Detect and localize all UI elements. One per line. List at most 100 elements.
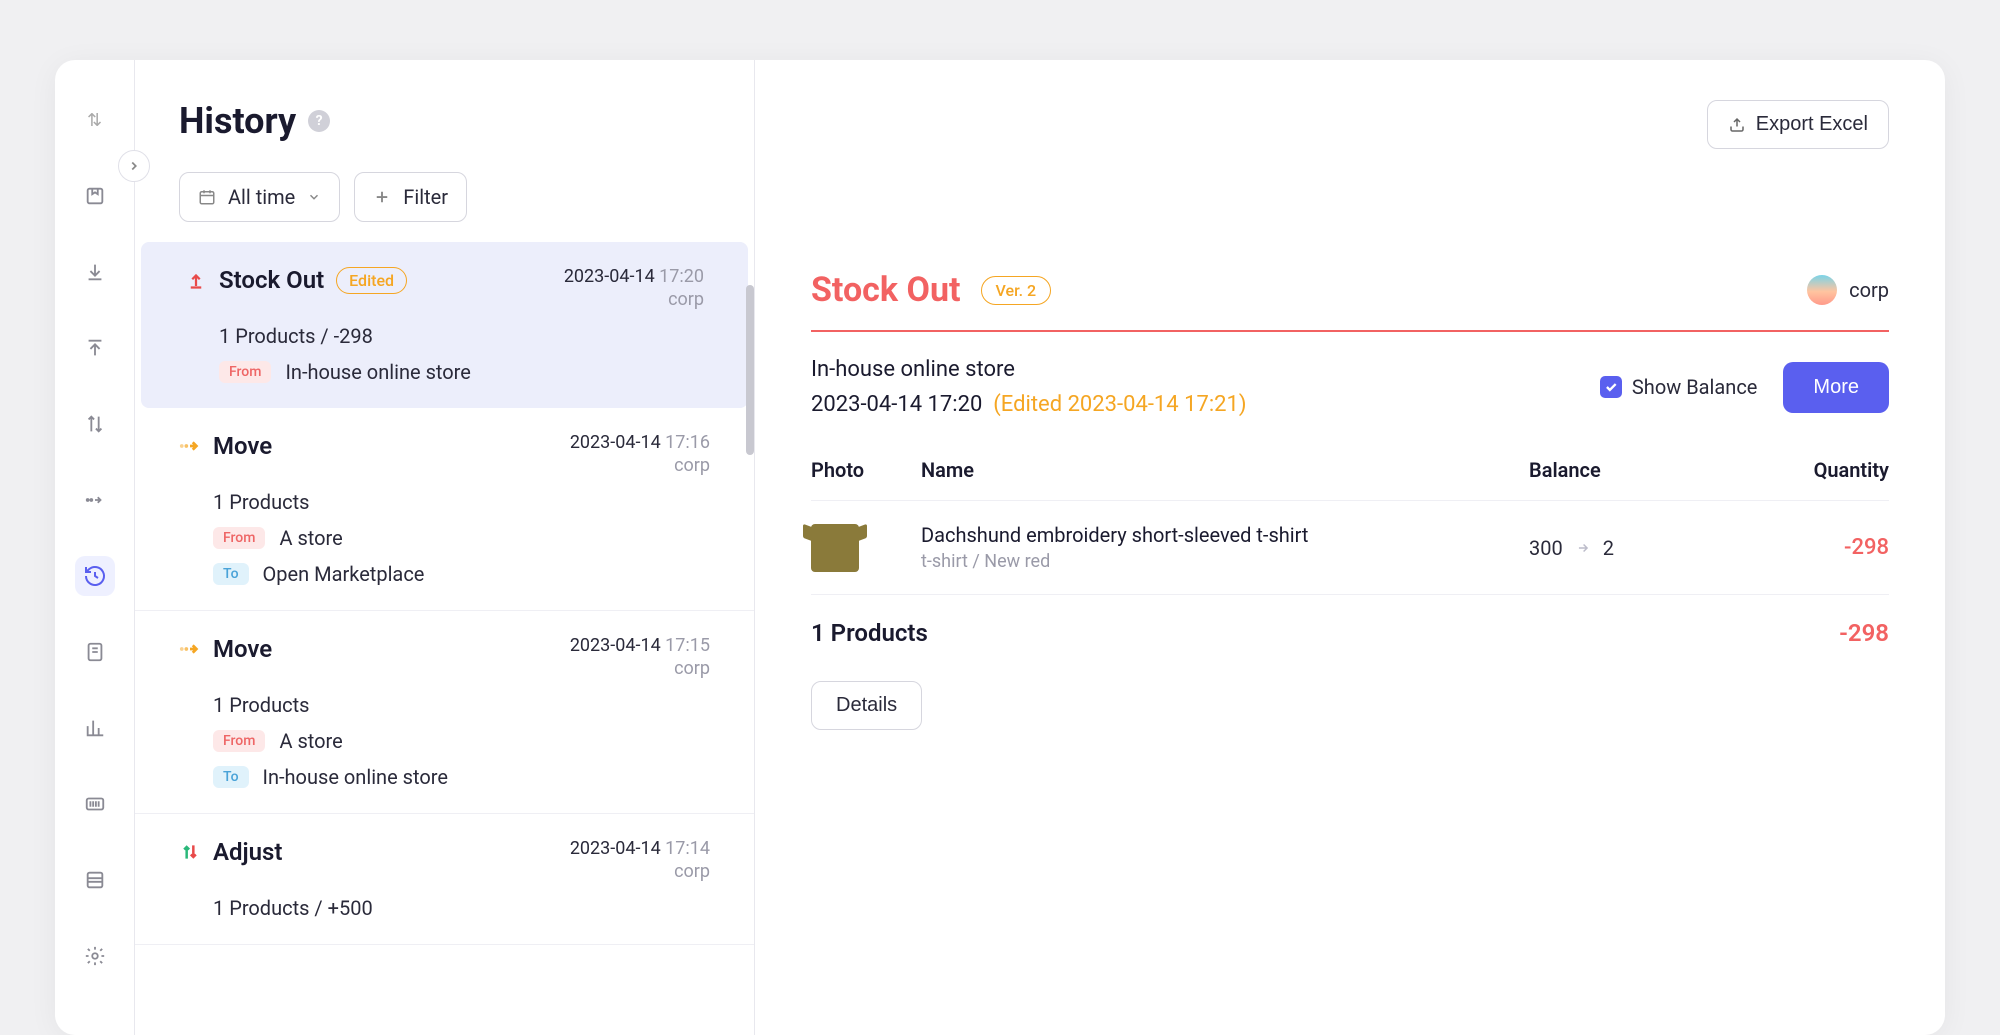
footer-total: 1 Products (811, 619, 928, 647)
item-summary: 1 Products / +500 (213, 896, 710, 920)
detail-user-name: corp (1849, 278, 1889, 302)
download-icon[interactable] (75, 252, 115, 292)
upload-icon[interactable] (75, 328, 115, 368)
list-icon[interactable] (75, 860, 115, 900)
barcode-icon[interactable] (75, 784, 115, 824)
footer-quantity: -298 (1839, 619, 1889, 647)
page-title-text: History (179, 100, 296, 142)
item-type: Adjust (213, 838, 282, 866)
document-icon[interactable] (75, 632, 115, 672)
chevron-down-icon (307, 190, 321, 204)
export-label: Export Excel (1756, 113, 1868, 136)
swap-icon[interactable] (75, 404, 115, 444)
history-item[interactable]: Stock Out Edited 2023-04-14 17:20 corp 1… (141, 242, 748, 408)
app-window: ⇅ (55, 60, 1945, 1035)
item-timestamp: 2023-04-14 17:14 (570, 838, 710, 859)
item-user: corp (564, 289, 704, 310)
history-header: History ? All time Filter (135, 60, 754, 242)
details-button[interactable]: Details (811, 681, 922, 730)
arrow-dotted-icon[interactable] (75, 480, 115, 520)
date-range-label: All time (228, 185, 295, 209)
settings-icon[interactable] (75, 936, 115, 976)
to-location: Open Marketplace (263, 562, 425, 586)
item-summary: 1 Products (213, 693, 710, 717)
date-range-dropdown[interactable]: All time (179, 172, 340, 222)
detail-edited-note: (Edited 2023-04-14 17:21) (993, 392, 1246, 417)
th-balance: Balance (1529, 458, 1729, 482)
from-location: A store (279, 526, 342, 550)
product-photo-cell (811, 524, 921, 572)
item-from-row: From In-house online store (219, 360, 704, 384)
history-list: Stock Out Edited 2023-04-14 17:20 corp 1… (135, 242, 754, 1035)
detail-timestamp-row: 2023-04-14 17:20 (Edited 2023-04-14 17:2… (811, 387, 1247, 422)
sidebar-expand-button[interactable] (118, 150, 150, 182)
nav-item-1[interactable] (75, 176, 115, 216)
item-summary: 1 Products / -298 (219, 324, 704, 348)
product-table: Photo Name Balance Quantity Dachshund em… (811, 458, 1889, 671)
to-badge: To (213, 766, 249, 788)
page-title: History ? (179, 100, 330, 142)
sidebar: ⇅ (55, 60, 135, 1035)
arrow-right-icon (1573, 541, 1593, 555)
item-user: corp (570, 861, 710, 882)
move-icon (179, 438, 201, 454)
item-user: corp (570, 455, 710, 476)
edited-badge: Edited (336, 267, 407, 294)
sort-toggle-icon[interactable]: ⇅ (75, 100, 115, 140)
history-item[interactable]: Move 2023-04-14 17:15 corp 1 Products Fr… (135, 611, 754, 814)
detail-header: Stock Out Ver. 2 corp (811, 270, 1889, 332)
checkbox-icon (1600, 376, 1622, 398)
th-quantity: Quantity (1729, 458, 1889, 482)
scrollbar[interactable] (746, 285, 754, 455)
balance-cell: 300 2 (1529, 536, 1729, 560)
item-user: corp (570, 658, 710, 679)
product-name: Dachshund embroidery short-sleeved t-shi… (921, 523, 1529, 547)
product-sub: t-shirt / New red (921, 551, 1529, 572)
item-timestamp: 2023-04-14 17:20 (564, 266, 704, 287)
from-location: In-house online store (285, 360, 470, 384)
to-badge: To (213, 563, 249, 585)
stock-out-icon (185, 270, 207, 290)
item-type: Stock Out (219, 266, 324, 294)
item-summary: 1 Products (213, 490, 710, 514)
show-balance-label: Show Balance (1632, 375, 1758, 399)
from-badge: From (213, 730, 265, 752)
history-icon[interactable] (75, 556, 115, 596)
history-item[interactable]: Move 2023-04-14 17:16 corp 1 Products Fr… (135, 408, 754, 611)
filter-label: Filter (403, 185, 448, 209)
detail-user: corp (1807, 275, 1889, 305)
quantity-cell: -298 (1729, 535, 1889, 560)
filter-button[interactable]: Filter (354, 172, 467, 222)
plus-icon (373, 188, 391, 206)
item-from-row: From A store (213, 526, 710, 550)
balance-to: 2 (1603, 536, 1614, 560)
table-row: Dachshund embroidery short-sleeved t-shi… (811, 501, 1889, 595)
product-name-cell: Dachshund embroidery short-sleeved t-shi… (921, 523, 1529, 572)
from-badge: From (213, 527, 265, 549)
from-location: A store (279, 729, 342, 753)
product-photo (811, 524, 859, 572)
detail-title: Stock Out (811, 270, 961, 310)
help-icon[interactable]: ? (308, 110, 330, 132)
avatar (1807, 275, 1837, 305)
th-name: Name (921, 458, 1529, 482)
main-content: History ? All time Filter (135, 60, 1945, 1035)
item-timestamp: 2023-04-14 17:16 (570, 432, 710, 453)
show-balance-checkbox[interactable]: Show Balance (1600, 375, 1758, 399)
item-from-row: From A store (213, 729, 710, 753)
to-location: In-house online store (263, 765, 448, 789)
item-type: Move (213, 635, 272, 663)
detail-meta: In-house online store 2023-04-14 17:20 (… (811, 352, 1889, 422)
history-item[interactable]: Adjust 2023-04-14 17:14 corp 1 Products … (135, 814, 754, 945)
item-type: Move (213, 432, 272, 460)
th-photo: Photo (811, 458, 921, 482)
item-to-row: To In-house online store (213, 765, 710, 789)
item-timestamp: 2023-04-14 17:15 (570, 635, 710, 656)
item-to-row: To Open Marketplace (213, 562, 710, 586)
export-excel-button[interactable]: Export Excel (1707, 100, 1889, 149)
chart-icon[interactable] (75, 708, 115, 748)
more-button[interactable]: More (1783, 362, 1889, 413)
table-header: Photo Name Balance Quantity (811, 458, 1889, 501)
export-icon (1728, 116, 1746, 134)
detail-location: In-house online store (811, 352, 1247, 387)
